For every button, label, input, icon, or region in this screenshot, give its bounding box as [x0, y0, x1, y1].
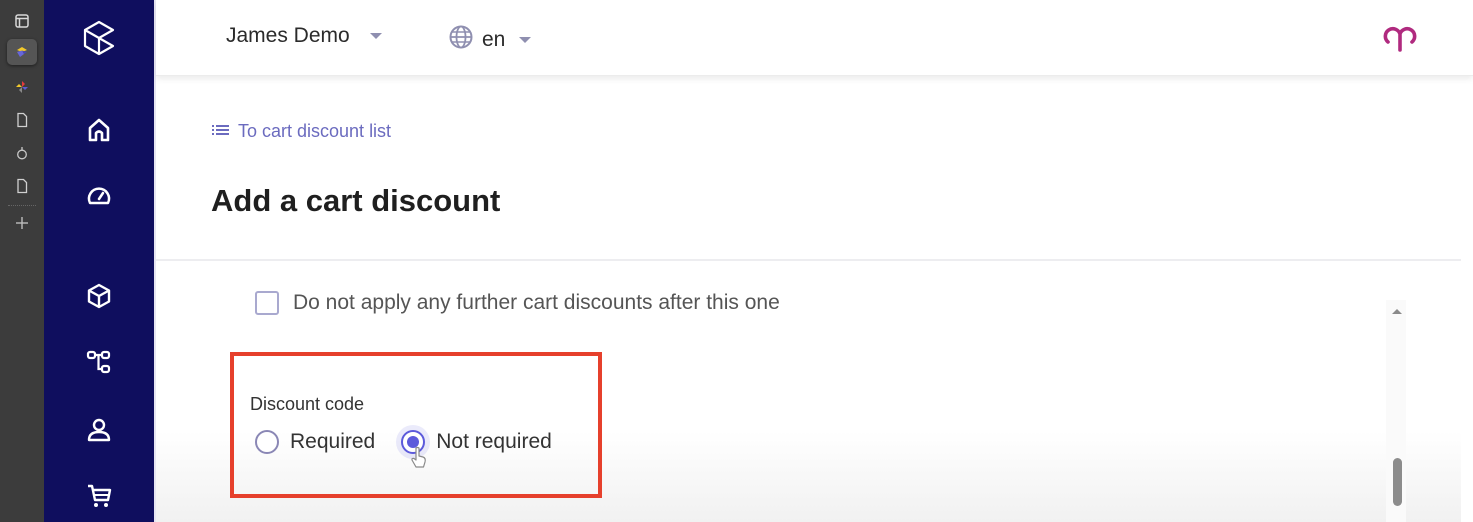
gauge-icon	[86, 184, 112, 213]
chevron-down-icon	[519, 37, 532, 43]
stop-further-discounts-checkbox[interactable]	[255, 291, 279, 315]
rail-item-customers[interactable]	[44, 412, 154, 452]
list-icon	[212, 121, 230, 142]
cart-icon	[86, 483, 112, 514]
radio-option-required[interactable]: Required	[255, 430, 375, 454]
stop-further-discounts-option[interactable]: Do not apply any further cart discounts …	[255, 291, 780, 315]
document-icon[interactable]	[7, 107, 37, 133]
radio-required-label: Required	[290, 430, 376, 453]
page-title: Add a cart discount	[211, 183, 501, 218]
stop-further-discounts-label: Do not apply any further cart discounts …	[293, 291, 780, 314]
hand-cursor-icon	[410, 446, 428, 475]
rail-item-orders[interactable]	[44, 478, 154, 518]
box-icon	[87, 283, 111, 314]
scroll-up-arrow-icon[interactable]	[1392, 309, 1402, 314]
rail-item-dashboard[interactable]	[44, 178, 154, 218]
dock-divider	[8, 205, 36, 206]
pinwheel-app-icon[interactable]	[7, 74, 37, 100]
radio-not-required-label: Not required	[436, 430, 552, 453]
rail-item-categories[interactable]	[44, 344, 154, 384]
discount-code-label: Discount code	[250, 394, 365, 414]
back-link-label: To cart discount list	[238, 121, 392, 141]
document-icon[interactable]	[7, 173, 37, 199]
globe-icon	[448, 24, 474, 56]
language-value: en	[482, 28, 506, 51]
hierarchy-icon	[86, 349, 112, 380]
cube-logo-icon[interactable]	[44, 18, 154, 58]
discount-code-radio-group: Required Not required	[255, 430, 552, 454]
user-icon	[86, 417, 112, 448]
app-window: James Demo en To cart discount list Add …	[0, 0, 1473, 522]
radio-required[interactable]	[255, 430, 279, 454]
project-name: James Demo	[226, 24, 350, 47]
back-to-list-link[interactable]: To cart discount list	[212, 121, 391, 142]
form-scroll-area: Do not apply any further cart discounts …	[156, 261, 1461, 522]
add-icon[interactable]	[7, 210, 37, 236]
main-navigation	[44, 0, 154, 522]
sidebar-panel-icon[interactable]	[7, 8, 37, 34]
project-switcher[interactable]: James Demo	[226, 24, 382, 48]
os-dock	[0, 0, 44, 522]
brand-avatar-icon[interactable]	[1379, 18, 1421, 58]
home-icon	[86, 117, 112, 148]
rail-item-home[interactable]	[44, 112, 154, 152]
timer-icon[interactable]	[7, 140, 37, 166]
scrollbar-thumb[interactable]	[1393, 458, 1402, 506]
chevron-down-icon	[369, 33, 382, 39]
top-header: James Demo en	[156, 0, 1473, 76]
layers-app-icon[interactable]	[7, 39, 37, 65]
language-switcher[interactable]: en	[448, 24, 532, 56]
rail-item-products[interactable]	[44, 278, 154, 318]
